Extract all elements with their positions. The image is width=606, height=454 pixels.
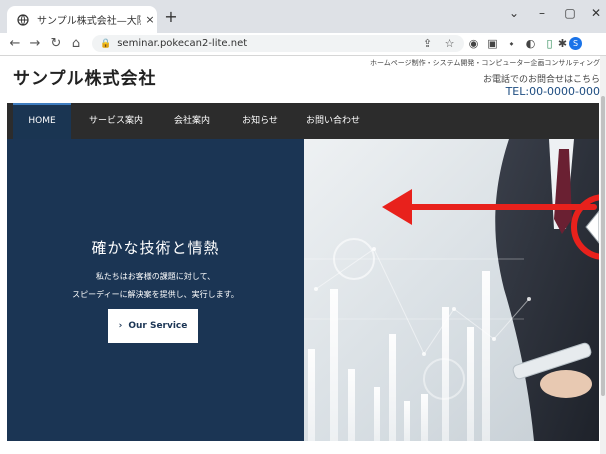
nav-item-news[interactable]: お知らせ (231, 103, 289, 139)
hero-text-panel: 確かな技術と情熱 私たちはお客様の課題に対して、 スピーディーに解決案を提供し、… (7, 139, 304, 441)
chart-bar (389, 334, 396, 441)
camera-extension-icon[interactable]: ◉ (467, 37, 480, 50)
address-url: seminar.pokecan2-lite.net (117, 38, 248, 49)
content-below-hero (7, 441, 599, 454)
chart-bar (348, 369, 355, 441)
browser-window: サンプル株式会社—大阪府枚方市 × + ⌄ – ▢ ✕ ← → ↻ ⌂ 🔒 se… (0, 0, 606, 454)
chart-bar (442, 307, 449, 441)
pin-extension-icon[interactable]: ⬩ (505, 37, 518, 50)
bookmark-star-icon[interactable]: ☆ (443, 37, 456, 50)
nav-item-contact[interactable]: お問い合わせ (298, 103, 368, 139)
hero-section: 確かな技術と情熱 私たちはお客様の課題に対して、 スピーディーに解決案を提供し、… (7, 139, 599, 441)
nav-item-services[interactable]: サービス案内 (81, 103, 151, 139)
chart-bar (330, 289, 338, 441)
palette-extension-icon[interactable]: ◐ (524, 37, 537, 50)
forward-icon[interactable]: → (27, 36, 43, 52)
reload-icon[interactable]: ↻ (48, 36, 64, 52)
home-icon[interactable]: ⌂ (68, 36, 84, 52)
globe-favicon-icon (17, 13, 29, 26)
browser-tab[interactable]: サンプル株式会社—大阪府枚方市 × (7, 6, 157, 33)
new-tab-button[interactable]: + (163, 9, 179, 25)
tab-title: サンプル株式会社—大阪府枚方市 (37, 16, 141, 27)
share-icon[interactable]: ⇪ (421, 37, 434, 50)
address-bar[interactable]: 🔒 seminar.pokecan2-lite.net (92, 35, 464, 52)
chart-bar (467, 327, 474, 441)
ruler-extension-icon[interactable]: ▯ (543, 37, 556, 50)
lock-icon: 🔒 (100, 38, 112, 49)
scrollbar-thumb[interactable] (601, 96, 605, 396)
site-header: サンプル株式会社 ホームページ制作・システム開発・コンピューター企画コンサルティ… (0, 56, 606, 103)
site-logo[interactable]: サンプル株式会社 (13, 64, 157, 89)
nav-item-home[interactable]: HOME (13, 103, 71, 139)
hero-image (304, 139, 599, 441)
our-service-button[interactable]: › Our Service (108, 309, 198, 343)
business-chart-photo (304, 139, 599, 441)
tab-close-icon[interactable]: × (143, 13, 157, 27)
chart-bar (308, 349, 315, 441)
tab-search-icon[interactable]: ⌄ (504, 6, 524, 20)
chevron-right-icon: › (118, 321, 123, 331)
hero-description-line1: 私たちはお客様の課題に対して、 (95, 272, 216, 281)
nav-item-company[interactable]: 会社案内 (162, 103, 222, 139)
back-icon[interactable]: ← (7, 36, 23, 52)
chart-bar (374, 387, 380, 441)
maximize-icon[interactable]: ▢ (560, 6, 580, 20)
minimize-icon[interactable]: – (532, 6, 552, 20)
our-service-label: Our Service (128, 321, 188, 331)
chart-bar (421, 394, 428, 441)
page-scrollbar[interactable] (600, 56, 606, 454)
hero-title: 確かな技術と情熱 (91, 239, 220, 257)
chart-bar (404, 401, 410, 441)
network-dots (314, 247, 531, 356)
profile-avatar[interactable]: S (569, 37, 582, 50)
chart-bar (482, 271, 490, 441)
global-nav: HOME サービス案内 会社案内 お知らせ お問い合わせ (7, 103, 599, 139)
contact-lead: お電話でのお問合せはこちら (482, 75, 600, 85)
phone-number[interactable]: TEL:00-0000-000 (506, 85, 600, 98)
hand (540, 370, 592, 398)
puzzle-extensions-icon[interactable]: ✱ (556, 37, 569, 50)
extension-icon[interactable]: ▣ (486, 37, 499, 50)
browser-toolbar: ← → ↻ ⌂ 🔒 seminar.pokecan2-lite.net ⇪ ☆ … (0, 33, 606, 56)
hero-description-line2: スピーディーに解決案を提供し、実行します。 (72, 290, 239, 299)
person-silhouette (495, 139, 599, 441)
window-close-icon[interactable]: ✕ (586, 6, 606, 20)
tab-strip: サンプル株式会社—大阪府枚方市 × + ⌄ – ▢ ✕ (0, 0, 606, 33)
site-tagline: ホームページ制作・システム開発・コンピューター企画コンサルティング (369, 59, 600, 67)
